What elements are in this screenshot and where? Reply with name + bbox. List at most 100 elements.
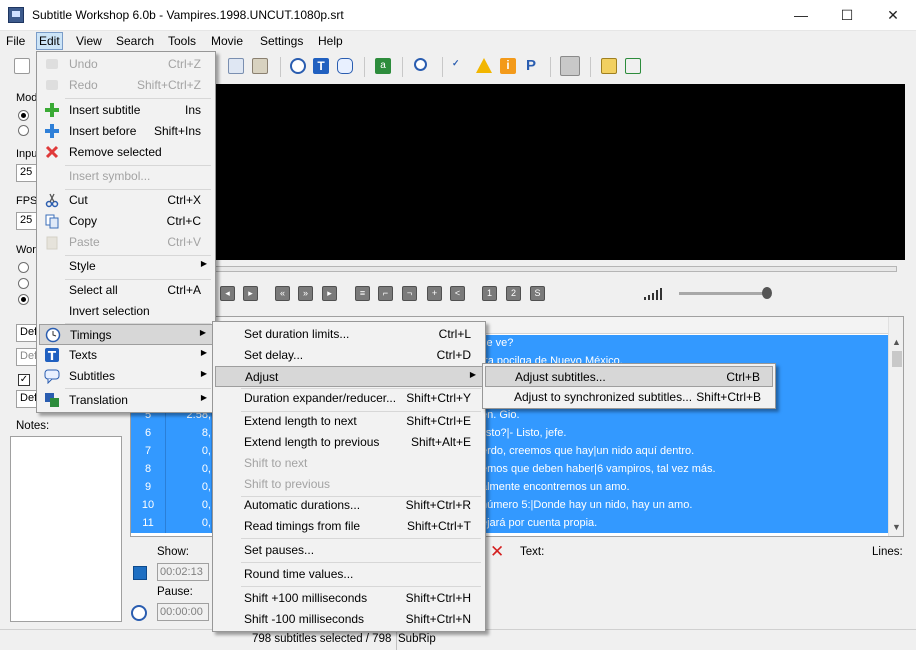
row-text: en. Gio. <box>481 409 520 421</box>
clock-toolbar-icon[interactable] <box>290 58 306 74</box>
timings-item-set-pauses[interactable]: Set pauses... <box>215 540 483 561</box>
spellcheck-icon[interactable]: ✓ <box>452 58 468 74</box>
goto-start-icon[interactable] <box>133 566 147 580</box>
add-button[interactable]: + <box>427 286 442 301</box>
seek-bar[interactable] <box>200 266 897 272</box>
edit-menu-item-insert-subtitle[interactable]: Insert subtitle Ins <box>39 100 213 121</box>
edit-menu-item-translation[interactable]: Translation ▶ <box>39 390 213 411</box>
timings-item-shift-100-milliseconds[interactable]: Shift -100 milliseconds Shift+Ctrl+N <box>215 609 483 630</box>
load-icon[interactable] <box>601 58 617 74</box>
menu-item-label: Style <box>69 259 96 273</box>
mode-radio-2[interactable] <box>18 125 29 136</box>
minimize-button[interactable]: — <box>778 0 824 31</box>
edit-menu-item-insert-symbol[interactable]: Insert symbol... <box>39 166 213 187</box>
timings-item-set-duration-limits[interactable]: Set duration limits... Ctrl+L <box>215 324 483 345</box>
row-number: 9 <box>144 481 152 493</box>
text-toolbar-icon[interactable]: T <box>313 58 329 74</box>
timings-item-shift-to-next[interactable]: Shift to next <box>215 453 483 474</box>
edit-menu-item-cut[interactable]: Cut Ctrl+X <box>39 190 213 211</box>
adjust-subtitles-item[interactable]: Adjust subtitles... Ctrl+B <box>485 366 773 387</box>
forward-button[interactable]: » <box>298 286 313 301</box>
menu-settings[interactable]: Settings <box>258 33 305 49</box>
clock-icon <box>45 327 61 343</box>
edit-menu-item-select-all[interactable]: Select all Ctrl+A <box>39 280 213 301</box>
close-button[interactable]: ✕ <box>870 0 916 31</box>
step-button[interactable]: ▸ <box>322 286 337 301</box>
checkbox[interactable]: ✓ <box>18 374 30 386</box>
timings-item-set-delay[interactable]: Set delay... Ctrl+D <box>215 345 483 366</box>
timings-item-shift-to-previous[interactable]: Shift to previous <box>215 474 483 495</box>
edit-menu-item-subtitles[interactable]: Subtitles ▶ <box>39 366 213 387</box>
timings-item-extend-length-to-next[interactable]: Extend length to next Shift+Ctrl+E <box>215 411 483 432</box>
info-icon[interactable]: i <box>500 58 516 74</box>
edit-menu-item-paste[interactable]: Paste Ctrl+V <box>39 232 213 253</box>
adjust-synchronized-item[interactable]: Adjust to synchronized subtitles... Shift… <box>485 387 773 408</box>
rewind-button[interactable]: « <box>275 286 290 301</box>
notes-textarea[interactable] <box>10 436 122 622</box>
pause-time-field[interactable]: 00:00:00 <box>157 603 209 621</box>
show-time-field[interactable]: 00:02:13 <box>157 563 209 581</box>
timings-item-automatic-durations[interactable]: Automatic durations... Shift+Ctrl+R <box>215 495 483 516</box>
film-icon[interactable] <box>560 56 580 76</box>
set-start-button[interactable]: ⌐ <box>378 286 393 301</box>
edit-menu-item-remove-selected[interactable]: Remove selected <box>39 142 213 163</box>
check-list-icon[interactable] <box>625 58 641 74</box>
edit-menu-item-insert-before[interactable]: Insert before Shift+Ins <box>39 121 213 142</box>
menu-help[interactable]: Help <box>316 33 345 49</box>
code-button[interactable]: < <box>450 286 465 301</box>
status-format: SubRip <box>398 633 436 645</box>
pascal-icon[interactable]: P <box>523 58 539 74</box>
edit-menu-item-redo[interactable]: Redo Shift+Ctrl+Z <box>39 75 213 96</box>
svg-text:T: T <box>48 349 57 363</box>
new-file-icon[interactable] <box>14 58 30 74</box>
menu-search[interactable]: Search <box>114 33 156 49</box>
menu-view[interactable]: View <box>74 33 104 49</box>
edit-menu-item-style[interactable]: Style ▶ <box>39 256 213 277</box>
menu-movie[interactable]: Movie <box>209 33 245 49</box>
menu-item-shortcut: Shift+Ctrl+H <box>405 591 471 605</box>
mark-1-button[interactable]: 1 <box>482 286 497 301</box>
timings-item-round-time-values[interactable]: Round time values... <box>215 564 483 585</box>
list-scrollbar[interactable]: ▲ ▼ <box>888 317 903 536</box>
work-radio-1[interactable] <box>18 262 29 273</box>
prev-button[interactable]: ◂ <box>220 286 235 301</box>
translate-toolbar-icon[interactable]: a <box>375 58 391 74</box>
timings-item-duration-expander-reducer[interactable]: Duration expander/reducer... Shift+Ctrl+Y <box>215 388 483 409</box>
mode-radio-1[interactable] <box>18 110 29 121</box>
search-toolbar-icon[interactable] <box>414 58 427 71</box>
scroll-thumb[interactable] <box>892 351 902 367</box>
timings-item-read-timings-from-file[interactable]: Read timings from file Shift+Ctrl+T <box>215 516 483 537</box>
scroll-down-icon[interactable]: ▼ <box>892 522 901 532</box>
next-button[interactable]: ▸ <box>243 286 258 301</box>
volume-thumb[interactable] <box>762 287 772 299</box>
edit-menu-item-texts[interactable]: T Texts ▶ <box>39 345 213 366</box>
edit-menu-item-undo[interactable]: Undo Ctrl+Z <box>39 54 213 75</box>
timings-item-extend-length-to-previous[interactable]: Extend length to previous Shift+Alt+E <box>215 432 483 453</box>
speech-bubble-toolbar-icon[interactable] <box>337 58 353 74</box>
edit-menu-item-timings[interactable]: Timings ▶ <box>39 324 213 345</box>
edit-menu-item-invert-selection[interactable]: Invert selection <box>39 301 213 322</box>
cancel-red-x-icon[interactable]: ✕ <box>490 543 506 560</box>
work-radio-2[interactable] <box>18 278 29 289</box>
set-end-button[interactable]: ¬ <box>402 286 417 301</box>
menu-item-label: Insert before <box>69 124 137 138</box>
mark-2-button[interactable]: 2 <box>506 286 521 301</box>
timings-item-adjust[interactable]: Adjust ▶ <box>215 366 483 387</box>
mark-s-button[interactable]: S <box>530 286 545 301</box>
timings-item-shift-100-milliseconds[interactable]: Shift +100 milliseconds Shift+Ctrl+H <box>215 588 483 609</box>
menu-item-shortcut: Shift+Ctrl+Y <box>406 391 471 405</box>
menu-edit[interactable]: Edit <box>36 32 63 50</box>
menu-tools[interactable]: Tools <box>166 33 198 49</box>
copy-toolbar-icon[interactable] <box>228 58 244 74</box>
paste-toolbar-icon[interactable] <box>252 58 268 74</box>
maximize-button[interactable]: ☐ <box>824 0 870 31</box>
warning-icon[interactable] <box>476 58 492 73</box>
loop-button[interactable]: ≡ <box>355 286 370 301</box>
work-radio-3[interactable] <box>18 294 29 305</box>
scroll-up-icon[interactable]: ▲ <box>892 337 901 347</box>
menu-file[interactable]: File <box>4 33 27 49</box>
video-preview[interactable] <box>130 84 905 260</box>
menu-item-shortcut: Ctrl+A <box>167 283 201 297</box>
volume-slider[interactable] <box>679 292 771 295</box>
edit-menu-item-copy[interactable]: Copy Ctrl+C <box>39 211 213 232</box>
